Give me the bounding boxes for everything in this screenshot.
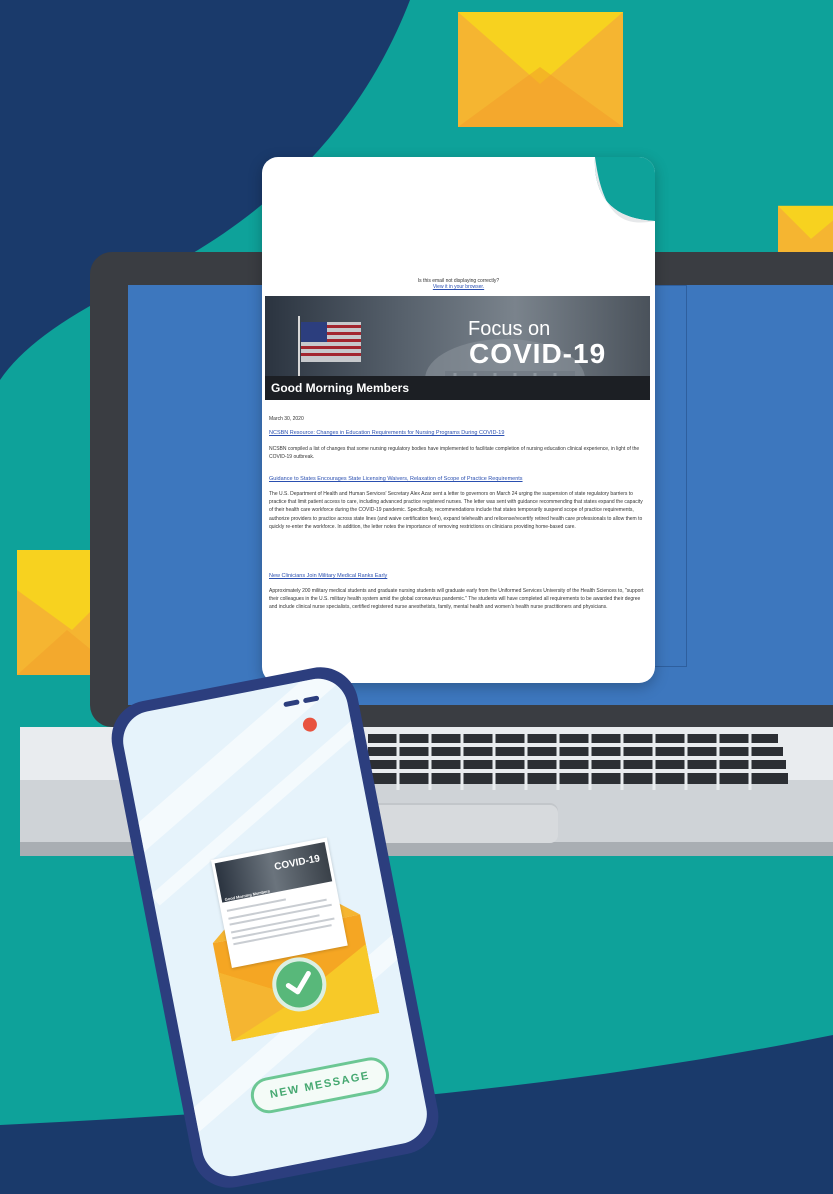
email-date: March 30, 2020	[269, 416, 304, 422]
article-headline-link[interactable]: NCSBN Resource: Changes in Education Req…	[269, 430, 504, 436]
email-content: Is this email not displaying correctly? …	[262, 267, 655, 683]
mini-banner-title: COVID-19	[273, 853, 321, 873]
article-headline-link[interactable]: New Clinicians Join Military Medical Ran…	[269, 573, 387, 579]
article-body: NCSBN compiled a list of changes that so…	[269, 446, 640, 461]
american-flag	[298, 316, 361, 376]
email-document: Is this email not displaying correctly? …	[262, 157, 655, 683]
mini-greeting: Good Morning Members	[224, 888, 271, 903]
article-headline-link[interactable]: Guidance to States Encourages State Lice…	[269, 476, 523, 482]
article-body: The U.S. Department of Health and Human …	[269, 491, 643, 530]
article-body: Approximately 200 military medical stude…	[269, 588, 644, 611]
mini-email-preview: COVID-19 Good Morning Members	[210, 837, 348, 968]
email-banner: Focus on COVID-19 Good Morning Members	[265, 296, 650, 400]
banner-title-big: COVID-19	[469, 338, 607, 369]
keyboard	[368, 730, 788, 790]
page-fold-icon	[593, 157, 655, 227]
greeting-bar: Good Morning Members	[265, 376, 650, 400]
view-in-browser-link[interactable]: View it in your browser.	[262, 284, 655, 290]
envelope-icon	[458, 12, 623, 127]
